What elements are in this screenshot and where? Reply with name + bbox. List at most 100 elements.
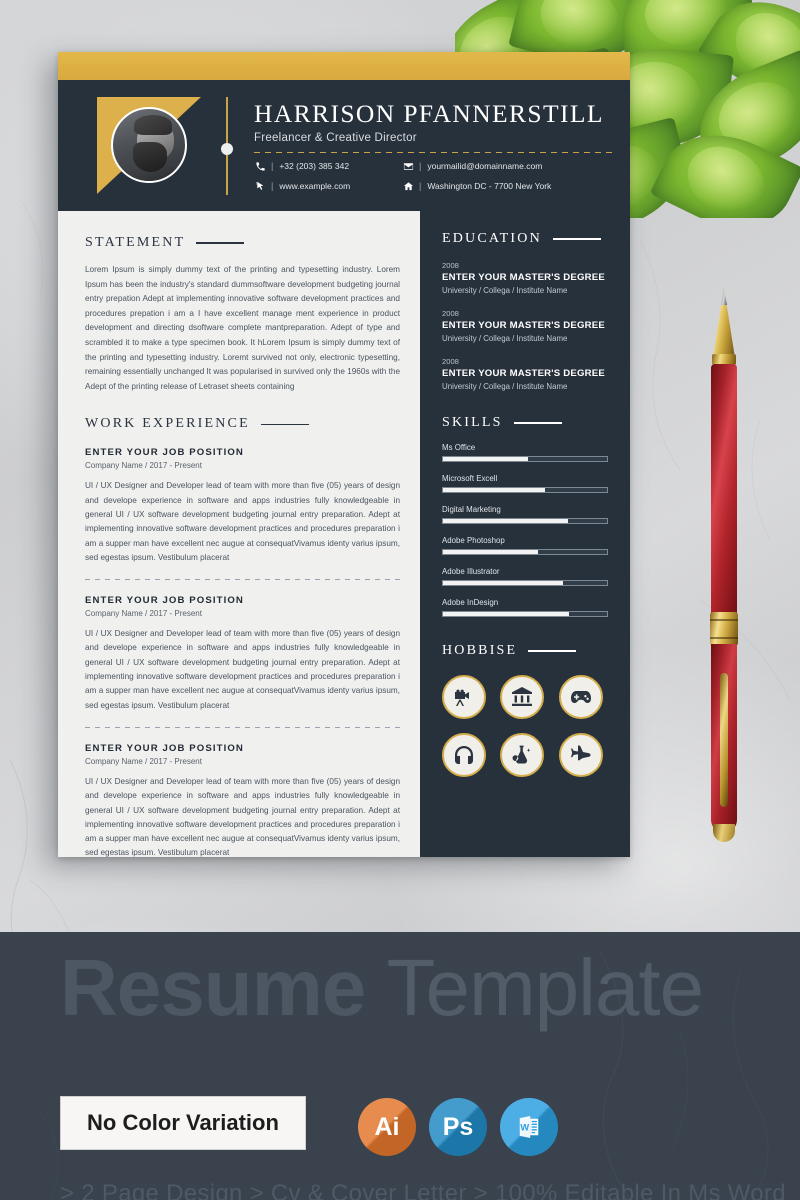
job-meta: Company Name / 2017 - Present <box>85 461 202 471</box>
education-degree: ENTER YOUR MASTER'S DEGREE <box>442 272 605 283</box>
profile-photo <box>111 107 187 183</box>
skill-bar-track <box>442 611 608 617</box>
phone-icon <box>254 160 267 172</box>
museum-icon <box>500 675 545 719</box>
resume-sidebar: EDUCATION 2008 ENTER YOUR MASTER'S DEGRE… <box>420 211 630 857</box>
adobe-photoshop-icon[interactable]: Ps <box>429 1098 487 1156</box>
education-year: 2008 <box>442 261 459 270</box>
work-entry: ENTER YOUR JOB POSITION Company Name / 2… <box>85 447 400 581</box>
education-school: University / Collega / Institute Name <box>442 382 568 391</box>
hobbies-title: HOBBISE <box>442 643 518 658</box>
skill-bar-fill <box>443 581 563 585</box>
contact-email-text: yourmailid@domainname.com <box>427 161 543 171</box>
header-divider <box>221 96 233 195</box>
education-entry: 2008 ENTER YOUR MASTER'S DEGREE Universi… <box>442 261 608 295</box>
statement-title: STATEMENT <box>85 235 186 250</box>
dashed-divider <box>254 152 614 153</box>
skill-bar-fill <box>443 488 545 492</box>
skill-item: Adobe Illustrator <box>442 567 608 586</box>
section-header-statement: STATEMENT <box>85 235 400 251</box>
title-rule <box>552 238 601 240</box>
contact-website[interactable]: | www.example.com <box>254 180 402 192</box>
ai-label: Ai <box>374 1112 400 1141</box>
section-header-skills: SKILLS <box>442 415 608 431</box>
education-entry: 2008 ENTER YOUR MASTER'S DEGREE Universi… <box>442 357 608 391</box>
statement-body: Lorem Ipsum is simply dummy text of the … <box>85 265 400 391</box>
title-rule <box>260 423 309 426</box>
skill-item: Adobe InDesign <box>442 598 608 617</box>
job-position: ENTER YOUR JOB POSITION <box>85 447 244 459</box>
svg-text:W: W <box>520 1122 529 1132</box>
job-position: ENTER YOUR JOB POSITION <box>85 742 244 754</box>
email-icon <box>402 160 415 172</box>
promo-banner: Resume Template No Color Variation Ai Ps <box>0 932 800 1200</box>
job-position: ENTER YOUR JOB POSITION <box>85 595 244 607</box>
adobe-illustrator-icon[interactable]: Ai <box>358 1098 416 1156</box>
airplane-icon <box>558 733 603 777</box>
entry-divider <box>85 726 400 728</box>
skill-bar-fill <box>443 457 529 461</box>
resume-header: HARRISON PFANNERSTILL Freelancer & Creat… <box>58 80 630 211</box>
contact-address-text: Washington DC - 7700 New York <box>427 181 552 191</box>
home-icon <box>402 180 415 192</box>
contact-phone-text: +32 (203) 385 342 <box>279 161 350 171</box>
contact-website-text: www.example.com <box>279 181 351 191</box>
entry-divider <box>85 579 400 581</box>
skill-label: Adobe InDesign <box>442 598 499 607</box>
education-entry: 2008 ENTER YOUR MASTER'S DEGREE Universi… <box>442 309 608 343</box>
gold-top-bar <box>58 52 630 80</box>
banner-title: Resume Template <box>60 948 704 1028</box>
website-icon <box>254 180 267 192</box>
skill-item: Microsoft Excell <box>442 474 608 493</box>
education-degree: ENTER YOUR MASTER'S DEGREE <box>442 368 605 379</box>
avatar <box>89 93 214 198</box>
skill-bar-track <box>442 580 608 586</box>
work-entry: ENTER YOUR JOB POSITION Company Name / 2… <box>85 743 400 861</box>
skill-label: Microsoft Excell <box>442 474 498 483</box>
ps-label: Ps <box>442 1112 474 1141</box>
skill-bar-fill <box>443 550 539 554</box>
section-header-education: EDUCATION <box>442 231 608 247</box>
job-meta: Company Name / 2017 - Present <box>85 609 202 619</box>
skill-bar-fill <box>443 519 568 523</box>
title-rule <box>513 422 562 424</box>
pen-decoration <box>688 288 758 850</box>
skills-title: SKILLS <box>442 415 503 430</box>
banner-title-light: Template <box>386 943 704 1032</box>
skill-item: Ms Office <box>442 443 608 462</box>
contact-list: | +32 (203) 385 342 | yourmailid@domainn… <box>254 160 614 192</box>
banner-features: > 2 Page Design > Cv & Cover Letter > 10… <box>60 1180 786 1200</box>
section-header-hobbies: HOBBISE <box>442 643 608 659</box>
job-description: UI / UX Designer and Developer lead of t… <box>85 776 400 858</box>
skill-label: Digital Marketing <box>442 505 501 514</box>
no-color-variation-badge[interactable]: No Color Variation <box>60 1096 306 1150</box>
skill-bar-track <box>442 487 608 493</box>
divider-dot <box>221 142 233 155</box>
resume-card: HARRISON PFANNERSTILL Freelancer & Creat… <box>58 52 630 857</box>
skill-item: Digital Marketing <box>442 505 608 524</box>
skill-bar-fill <box>443 612 570 616</box>
contact-email[interactable]: | yourmailid@domainname.com <box>402 160 614 172</box>
education-school: University / Collega / Institute Name <box>442 286 568 295</box>
banner-title-bold: Resume <box>60 943 366 1032</box>
app-format-icons: Ai Ps W <box>358 1098 558 1156</box>
contact-phone[interactable]: | +32 (203) 385 342 <box>254 160 402 172</box>
page-title: HARRISON PFANNERSTILL <box>254 99 604 128</box>
title-rule <box>196 242 245 244</box>
contact-address[interactable]: | Washington DC - 7700 New York <box>402 180 614 192</box>
skill-bar-track <box>442 518 608 524</box>
education-year: 2008 <box>442 309 459 318</box>
hobbies-grid <box>442 675 608 777</box>
education-school: University / Collega / Institute Name <box>442 334 568 343</box>
ms-word-icon[interactable]: W <box>500 1098 558 1156</box>
movie-camera-icon <box>442 675 486 719</box>
job-meta: Company Name / 2017 - Present <box>85 756 202 766</box>
skill-label: Ms Office <box>442 443 476 452</box>
section-header-work: WORK EXPERIENCE <box>85 416 400 432</box>
work-title: WORK EXPERIENCE <box>85 416 250 432</box>
job-role-subtitle: Freelancer & Creative Director <box>254 132 417 144</box>
education-degree: ENTER YOUR MASTER'S DEGREE <box>442 320 605 331</box>
skill-item: Adobe Photoshop <box>442 536 608 555</box>
skill-label: Adobe Illustrator <box>442 567 500 576</box>
job-description: UI / UX Designer and Developer lead of t… <box>85 481 400 562</box>
